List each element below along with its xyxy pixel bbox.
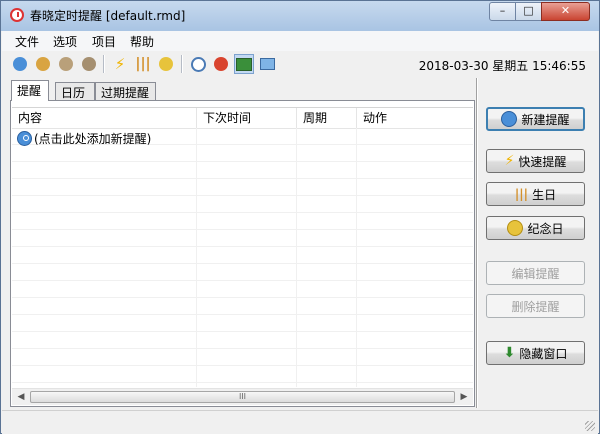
medal-icon[interactable] bbox=[156, 54, 176, 74]
status-bar bbox=[2, 410, 598, 434]
menu-file[interactable]: 文件 bbox=[15, 33, 39, 50]
anniversary-label: 纪念日 bbox=[527, 221, 564, 236]
clock-edit-icon[interactable] bbox=[33, 54, 53, 74]
edit-reminder-button[interactable]: 编辑提醒 bbox=[486, 261, 585, 285]
scroll-right-icon[interactable]: ▶ bbox=[457, 391, 471, 403]
list-row bbox=[12, 332, 473, 349]
birthday-button[interactable]: ||| 生日 bbox=[486, 182, 585, 206]
alarm-clock-icon bbox=[10, 8, 24, 22]
clock-add-icon bbox=[17, 131, 32, 146]
list-header: 内容 下次时间 周期 动作 bbox=[12, 108, 473, 129]
list-row bbox=[12, 298, 473, 315]
list-row bbox=[12, 162, 473, 179]
lightning-icon: ⚡ bbox=[504, 153, 515, 169]
list-row bbox=[12, 366, 473, 383]
clock-settings-icon[interactable] bbox=[79, 54, 99, 74]
list-row bbox=[12, 281, 473, 298]
clock-new-icon[interactable] bbox=[10, 54, 30, 74]
quick-reminder-label: 快速提醒 bbox=[518, 154, 567, 169]
list-row bbox=[12, 145, 473, 162]
list-row bbox=[12, 213, 473, 230]
new-reminder-label: 新建提醒 bbox=[521, 112, 570, 127]
delete-reminder-label: 删除提醒 bbox=[511, 299, 560, 314]
tab-reminders[interactable]: 提醒 bbox=[11, 80, 49, 101]
maximize-button[interactable]: □ bbox=[515, 2, 542, 21]
list-row bbox=[12, 264, 473, 281]
minimize-button[interactable]: – bbox=[489, 2, 516, 21]
resize-grip-icon[interactable] bbox=[585, 421, 595, 431]
app-window: 春晓定时提醒 [default.rmd] – □ ✕ 文件 选项 项目 帮助 ⚡… bbox=[0, 0, 600, 434]
menu-help[interactable]: 帮助 bbox=[130, 33, 154, 50]
monitor-icon[interactable] bbox=[257, 54, 277, 74]
scroll-left-icon[interactable]: ◀ bbox=[14, 391, 28, 403]
clock-new-icon bbox=[501, 111, 518, 127]
clock-display: 2018-03-30 星期五 15:46:55 bbox=[418, 59, 586, 73]
candles-icon: ||| bbox=[514, 187, 529, 201]
column-content[interactable]: 内容 bbox=[12, 108, 197, 128]
stopwatch-icon[interactable] bbox=[188, 54, 208, 74]
column-period[interactable]: 周期 bbox=[297, 108, 357, 128]
clock-delete-icon[interactable] bbox=[56, 54, 76, 74]
add-reminder-row[interactable]: (点击此处添加新提醒) bbox=[17, 130, 151, 147]
delete-reminder-button[interactable]: 删除提醒 bbox=[486, 294, 585, 318]
menu-options[interactable]: 选项 bbox=[53, 33, 77, 50]
quick-reminder-button[interactable]: ⚡ 快速提醒 bbox=[486, 149, 585, 173]
list-row bbox=[12, 349, 473, 366]
candles-icon[interactable]: ||| bbox=[133, 54, 153, 74]
medal-icon bbox=[507, 220, 524, 236]
add-reminder-text: (点击此处添加新提醒) bbox=[34, 132, 152, 146]
menu-bar: 文件 选项 项目 帮助 bbox=[2, 31, 598, 52]
horizontal-scrollbar[interactable]: ◀ III ▶ bbox=[12, 388, 473, 405]
reminder-panel: 内容 下次时间 周期 动作 (点击此处添加新提醒) ◀ III ▶ bbox=[10, 100, 475, 407]
list-row bbox=[12, 196, 473, 213]
list-row bbox=[12, 230, 473, 247]
hide-window-button[interactable]: ⬇ 隐藏窗口 bbox=[486, 341, 585, 365]
toolbar-separator bbox=[103, 55, 105, 73]
toolbar: ⚡ ||| 2018-03-30 星期五 15:46:55 bbox=[2, 51, 598, 77]
splitter bbox=[476, 78, 478, 408]
lightning-icon[interactable]: ⚡ bbox=[110, 54, 130, 74]
edit-reminder-label: 编辑提醒 bbox=[511, 266, 560, 281]
list-row bbox=[12, 247, 473, 264]
arrow-down-icon: ⬇ bbox=[503, 345, 516, 361]
birthday-label: 生日 bbox=[532, 187, 557, 202]
menu-project[interactable]: 项目 bbox=[92, 33, 116, 50]
hide-window-label: 隐藏窗口 bbox=[519, 346, 568, 361]
reminder-list[interactable]: 内容 下次时间 周期 动作 (点击此处添加新提醒) bbox=[12, 107, 473, 387]
new-reminder-button[interactable]: 新建提醒 bbox=[486, 107, 585, 131]
run-icon[interactable] bbox=[211, 54, 231, 74]
column-next-time[interactable]: 下次时间 bbox=[197, 108, 297, 128]
anniversary-button[interactable]: 纪念日 bbox=[486, 216, 585, 240]
list-row bbox=[12, 315, 473, 332]
scroll-thumb[interactable]: III bbox=[30, 391, 455, 403]
window-icon[interactable] bbox=[234, 54, 254, 74]
column-action[interactable]: 动作 bbox=[357, 108, 473, 128]
window-title: 春晓定时提醒 [default.rmd] bbox=[30, 9, 186, 23]
tab-expired[interactable]: 过期提醒 bbox=[95, 82, 156, 101]
title-bar: 春晓定时提醒 [default.rmd] – □ ✕ bbox=[1, 1, 599, 31]
close-button[interactable]: ✕ bbox=[541, 2, 590, 21]
toolbar-separator bbox=[181, 55, 183, 73]
tab-calendar[interactable]: 日历 bbox=[55, 82, 95, 101]
list-row bbox=[12, 179, 473, 196]
